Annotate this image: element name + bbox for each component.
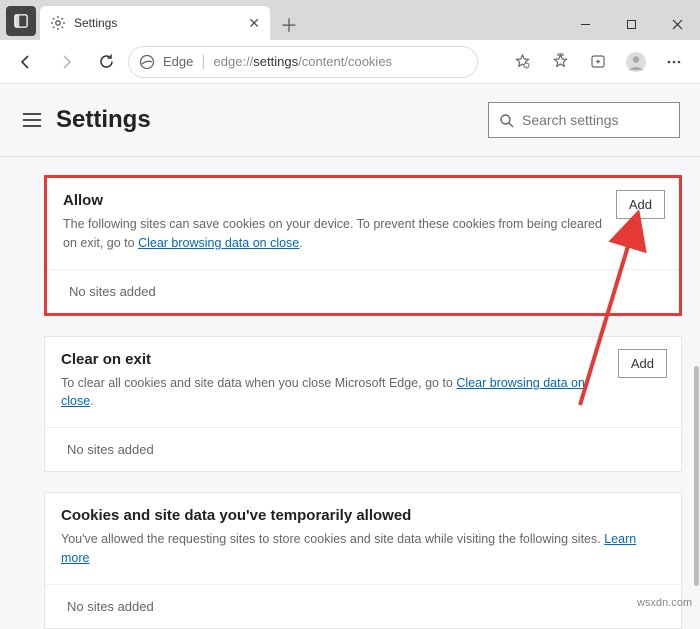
address-bar[interactable]: Edge | edge://settings/content/cookies (128, 46, 478, 78)
title-bar: Settings ✕ ＋ (0, 0, 700, 40)
clear-description: To clear all cookies and site data when … (61, 374, 665, 412)
search-input[interactable] (522, 112, 700, 128)
settings-content: Add Allow The following sites can save c… (0, 157, 700, 629)
allow-description: The following sites can save cookies on … (63, 215, 663, 253)
temp-title: Cookies and site data you've temporarily… (61, 507, 665, 524)
edge-logo-icon (139, 54, 155, 70)
watermark: wsxdn.com (637, 597, 692, 609)
minimize-button[interactable] (562, 8, 608, 40)
tab-actions-button[interactable] (6, 6, 36, 36)
page-title: Settings (56, 106, 151, 134)
forward-button[interactable] (48, 44, 84, 80)
close-tab-button[interactable]: ✕ (248, 15, 260, 32)
scrollbar[interactable] (690, 86, 700, 613)
temporary-allowed-section: Cookies and site data you've temporarily… (44, 492, 682, 629)
settings-header: Settings (0, 84, 700, 157)
browser-toolbar: Edge | edge://settings/content/cookies + (0, 40, 700, 84)
tab-title: Settings (74, 16, 240, 30)
allow-empty-state: No sites added (47, 269, 679, 313)
clear-add-button[interactable]: Add (618, 349, 667, 378)
allow-title: Allow (63, 192, 663, 209)
browser-tab[interactable]: Settings ✕ (40, 6, 270, 40)
edge-label: Edge (163, 54, 193, 69)
more-menu-button[interactable] (656, 44, 692, 80)
scroll-thumb[interactable] (694, 366, 699, 586)
close-window-button[interactable] (654, 8, 700, 40)
allow-add-button[interactable]: Add (616, 190, 665, 219)
menu-button[interactable] (20, 108, 44, 132)
window-controls (562, 8, 700, 40)
search-settings[interactable] (488, 102, 680, 138)
refresh-button[interactable] (88, 44, 124, 80)
allow-section: Add Allow The following sites can save c… (44, 175, 682, 316)
favorites-icon[interactable] (542, 44, 578, 80)
clear-empty-state: No sites added (45, 427, 681, 471)
clear-browsing-data-link[interactable]: Clear browsing data on close (138, 236, 299, 250)
clear-title: Clear on exit (61, 351, 665, 368)
temp-description: You've allowed the requesting sites to s… (61, 530, 665, 568)
favorite-star-icon[interactable]: + (504, 44, 540, 80)
new-tab-button[interactable]: ＋ (274, 10, 304, 40)
gear-icon (50, 15, 66, 31)
back-button[interactable] (8, 44, 44, 80)
profile-icon[interactable] (618, 44, 654, 80)
collections-icon[interactable] (580, 44, 616, 80)
search-icon (499, 113, 514, 128)
maximize-button[interactable] (608, 8, 654, 40)
clear-on-exit-section: Add Clear on exit To clear all cookies a… (44, 336, 682, 473)
url-text: edge://settings/content/cookies (214, 54, 393, 69)
temp-empty-state: No sites added (45, 584, 681, 628)
